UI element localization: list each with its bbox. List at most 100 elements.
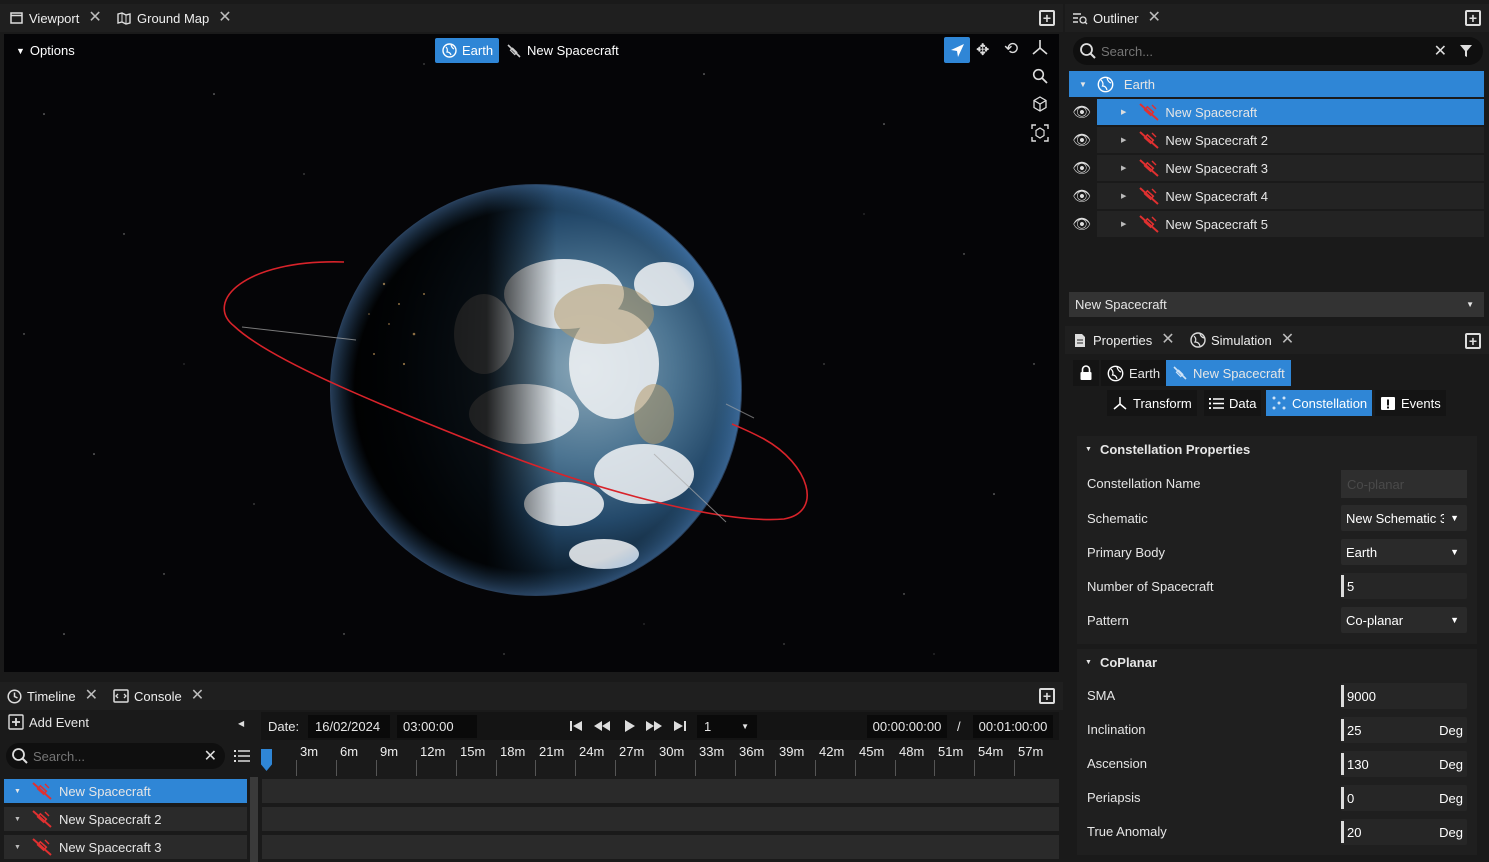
fast-forward-icon[interactable] — [646, 720, 662, 732]
tab-timeline[interactable]: Timeline ✕ — [6, 684, 98, 708]
timeline-track[interactable] — [262, 779, 1059, 803]
close-icon[interactable]: ✕ — [1148, 10, 1161, 26]
list-view-icon[interactable] — [234, 749, 250, 763]
slider-handle[interactable] — [1341, 575, 1344, 597]
visibility-eye-icon[interactable]: 👁 — [1070, 211, 1094, 237]
options-menu[interactable]: ▼ Options — [10, 38, 81, 63]
search-input[interactable] — [33, 748, 183, 764]
date-field[interactable]: 16/02/2024 — [308, 715, 390, 738]
outliner-item-spacecraft[interactable]: ▶ New Spacecraft 3 — [1097, 155, 1484, 181]
slider-handle[interactable] — [1341, 787, 1344, 809]
skip-end-icon[interactable] — [674, 720, 686, 732]
subtab-constellation[interactable]: Constellation — [1266, 390, 1373, 416]
visibility-eye-icon[interactable]: 👁 — [1070, 99, 1094, 125]
visibility-eye-icon[interactable]: 👁 — [1070, 155, 1094, 181]
search-input[interactable] — [1101, 43, 1421, 59]
schematic-dropdown[interactable]: New Schematic 3 ▼ — [1341, 505, 1467, 531]
rotate-tool-icon[interactable]: ⟲ — [1004, 39, 1018, 59]
tab-outliner[interactable]: Outliner ✕ — [1072, 6, 1161, 30]
clear-icon[interactable]: ✕ — [1434, 41, 1447, 61]
caret-right-icon[interactable]: ▶ — [1121, 136, 1126, 144]
section-header[interactable]: ▼ Constellation Properties — [1085, 442, 1250, 457]
timeline-row-spacecraft[interactable]: ▼ New Spacecraft — [4, 779, 247, 803]
elapsed-field[interactable]: 00:00:00:00 — [867, 715, 947, 738]
tab-properties[interactable]: Properties ✕ — [1072, 328, 1175, 352]
navigate-tool-button[interactable] — [944, 37, 970, 63]
caret-right-icon[interactable]: ▶ — [1121, 220, 1126, 228]
add-panel-icon[interactable]: + — [1039, 688, 1055, 704]
skip-start-icon[interactable] — [570, 720, 582, 732]
crumb-spacecraft[interactable]: New Spacecraft — [1166, 360, 1291, 386]
move-tool-icon[interactable]: ✥ — [976, 40, 989, 60]
add-panel-icon[interactable]: + — [1465, 10, 1481, 26]
crumb-earth[interactable]: Earth — [1101, 360, 1167, 386]
tab-console[interactable]: Console ✕ — [113, 684, 204, 708]
timeline-track[interactable] — [262, 835, 1059, 859]
timeline-divider[interactable] — [250, 777, 258, 862]
caret-right-icon[interactable]: ▶ — [1121, 192, 1126, 200]
axes-tool-icon[interactable] — [1031, 38, 1049, 59]
play-icon[interactable] — [624, 720, 635, 732]
caret-down-icon[interactable]: ▼ — [14, 816, 21, 823]
outliner-item-spacecraft[interactable]: ▶ New Spacecraft 2 — [1097, 127, 1484, 153]
caret-right-icon[interactable]: ▶ — [1121, 164, 1126, 172]
outliner-item-spacecraft[interactable]: ▶ New Spacecraft 5 — [1097, 211, 1484, 237]
section-header[interactable]: ▼ CoPlanar — [1085, 655, 1157, 670]
visibility-eye-icon[interactable]: 👁 — [1070, 127, 1094, 153]
slider-handle[interactable] — [1341, 685, 1344, 707]
cube-view-icon[interactable] — [1032, 96, 1048, 115]
spacecraft-count-input[interactable]: 5 — [1341, 573, 1467, 599]
visibility-eye-icon[interactable]: 👁 — [1070, 183, 1094, 209]
periapsis-input[interactable]: 0 Deg — [1341, 785, 1467, 811]
sma-input[interactable]: 9000 — [1341, 683, 1467, 709]
tab-viewport[interactable]: Viewport ✕ — [8, 6, 102, 30]
subtab-events[interactable]: Events — [1375, 390, 1446, 416]
time-field[interactable]: 03:00:00 — [397, 715, 477, 738]
constellation-name-input[interactable] — [1341, 470, 1467, 498]
outliner-search[interactable]: ✕ — [1073, 37, 1483, 65]
breadcrumb-earth[interactable]: Earth — [435, 38, 500, 63]
3d-viewport[interactable]: ▼ Options Earth New Spacecraft ✥ ⟲ — [4, 34, 1059, 672]
collapse-left-icon[interactable]: ◀ — [238, 719, 244, 728]
slider-handle[interactable] — [1341, 753, 1344, 775]
duration-field[interactable]: 00:01:00:00 — [973, 715, 1053, 738]
caret-right-icon[interactable]: ▶ — [1121, 108, 1126, 116]
tab-ground-map[interactable]: Ground Map ✕ — [116, 6, 232, 30]
outliner-item-spacecraft[interactable]: ▶ New Spacecraft 4 — [1097, 183, 1484, 209]
ascension-input[interactable]: 130 Deg — [1341, 751, 1467, 777]
close-icon[interactable]: ✕ — [85, 688, 98, 704]
slider-handle[interactable] — [1341, 719, 1344, 741]
caret-down-icon[interactable]: ▼ — [14, 788, 21, 795]
primary-body-dropdown[interactable]: Earth ▼ — [1341, 539, 1467, 565]
speed-select[interactable]: 1 ▼ — [697, 715, 757, 738]
object-selector[interactable]: New Spacecraft ▼ — [1069, 292, 1484, 317]
timeline-row-spacecraft[interactable]: ▼ New Spacecraft 2 — [4, 807, 247, 831]
close-icon[interactable]: ✕ — [218, 10, 231, 26]
breadcrumb-spacecraft[interactable]: New Spacecraft — [500, 38, 625, 63]
add-panel-icon[interactable]: + — [1039, 10, 1055, 26]
close-icon[interactable]: ✕ — [1281, 332, 1294, 348]
close-icon[interactable]: ✕ — [191, 688, 204, 704]
outliner-root-earth[interactable]: ▼ Earth — [1069, 71, 1484, 97]
subtab-transform[interactable]: Transform — [1107, 390, 1197, 416]
lock-button[interactable] — [1073, 360, 1099, 386]
caret-down-icon[interactable]: ▼ — [1079, 80, 1087, 89]
subtab-data[interactable]: Data — [1204, 390, 1262, 416]
add-panel-icon[interactable]: + — [1465, 333, 1481, 349]
true-anomaly-input[interactable]: 20 Deg — [1341, 819, 1467, 845]
clear-icon[interactable]: ✕ — [204, 746, 217, 766]
outliner-item-spacecraft[interactable]: ▶ New Spacecraft — [1097, 99, 1484, 125]
timeline-search[interactable]: ✕ — [6, 743, 225, 769]
tab-simulation[interactable]: Simulation ✕ — [1190, 328, 1294, 352]
pattern-dropdown[interactable]: Co-planar ▼ — [1341, 607, 1467, 633]
zoom-icon[interactable] — [1032, 68, 1048, 87]
slider-handle[interactable] — [1341, 821, 1344, 843]
timeline-track[interactable] — [262, 807, 1059, 831]
filter-icon[interactable] — [1459, 44, 1473, 58]
caret-down-icon[interactable]: ▼ — [14, 844, 21, 851]
rewind-icon[interactable] — [594, 720, 610, 732]
add-event-button[interactable]: Add Event — [8, 714, 89, 730]
focus-view-icon[interactable] — [1031, 124, 1049, 145]
close-icon[interactable]: ✕ — [1161, 332, 1174, 348]
timeline-row-spacecraft[interactable]: ▼ New Spacecraft 3 — [4, 835, 247, 859]
